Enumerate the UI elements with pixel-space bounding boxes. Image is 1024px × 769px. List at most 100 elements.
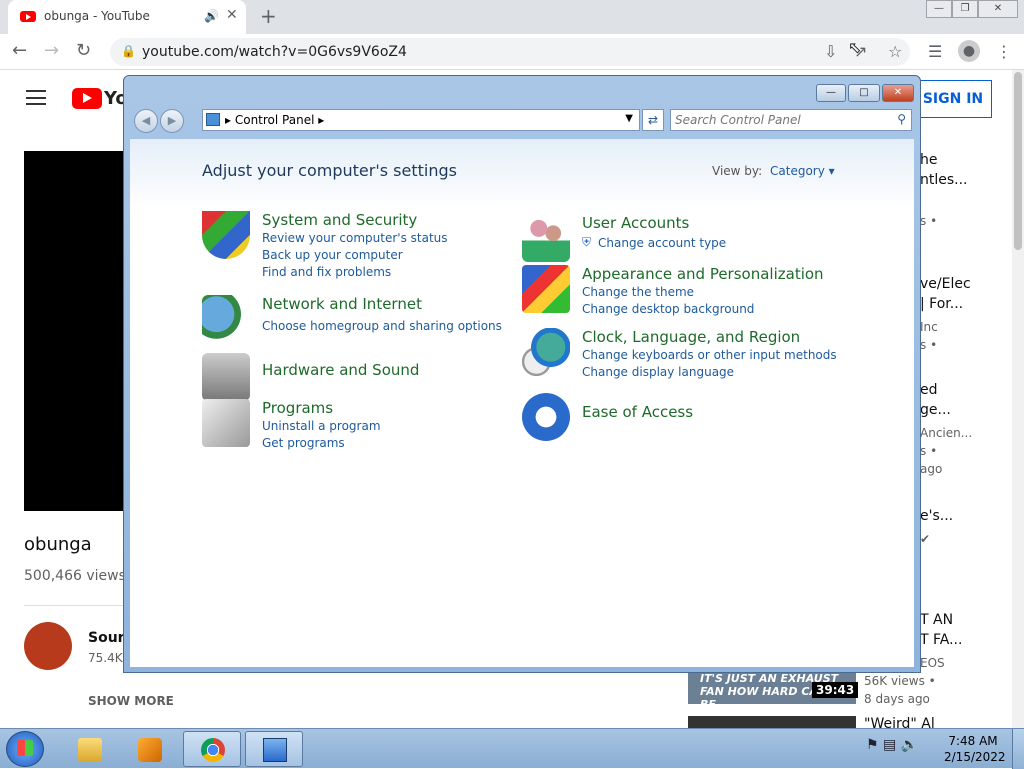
programs-box-icon[interactable] (202, 399, 250, 447)
sidebar-text[interactable]: e's... (920, 508, 953, 524)
back-icon[interactable]: ◀ (134, 109, 158, 133)
search-icon[interactable]: ⚲ (897, 112, 906, 126)
video-player[interactable] (24, 151, 134, 511)
clock-date: 2/15/2022 (944, 750, 1006, 764)
close-window-button[interactable]: ✕ (978, 0, 1018, 18)
install-icon[interactable]: ⇩ (824, 42, 837, 61)
uac-shield-icon: ⛨ (582, 235, 592, 249)
show-desktop-button[interactable] (1012, 729, 1024, 769)
forward-icon[interactable]: → (44, 40, 59, 61)
view-by-dropdown[interactable]: Category (770, 164, 835, 178)
category-link[interactable]: Change account type (598, 236, 726, 250)
view-by-label: View by: (712, 164, 763, 178)
sidebar-text[interactable]: T FA... (920, 632, 962, 648)
reload-icon[interactable]: ↻ (76, 40, 91, 61)
category-link[interactable]: Back up your computer (262, 248, 403, 262)
browser-tab[interactable]: obunga - YouTube 🔊 ✕ (8, 0, 246, 34)
youtube-logo-icon[interactable] (72, 88, 102, 109)
sidebar-text[interactable]: T AN (920, 612, 953, 628)
category-link[interactable]: Change keyboards or other input methods (582, 348, 837, 362)
sidebar-text[interactable]: ve/Elec (920, 276, 971, 292)
category-link[interactable]: Change display language (582, 365, 734, 379)
cp-close-button[interactable]: ✕ (882, 84, 914, 102)
forward-icon[interactable]: ▶ (160, 109, 184, 133)
audio-icon[interactable]: 🔊 (204, 9, 219, 23)
taskbar: ⚑ ▤ 🔈 7:48 AM 2/15/2022 (0, 728, 1024, 769)
cp-maximize-button[interactable]: □ (848, 84, 880, 102)
tab-title: obunga - YouTube (44, 9, 150, 23)
category-title[interactable]: Ease of Access (582, 403, 693, 421)
sidebar-text[interactable]: ntles... (920, 172, 968, 188)
category-link[interactable]: Find and fix problems (262, 265, 391, 279)
category-link[interactable]: Change the theme (582, 285, 694, 299)
appearance-icon[interactable] (522, 265, 570, 313)
bookmark-star-icon[interactable]: ☆ (888, 42, 902, 61)
url-text[interactable]: youtube.com/watch?v=0G6vs9V6oZ4 (142, 44, 407, 60)
taskbar-chrome[interactable] (183, 731, 241, 767)
control-panel-window: — □ ✕ ◀ ▶ ▸ Control Panel ▸ ▼ ⇄ ⚲ Adjust… (123, 75, 921, 673)
category-title[interactable]: System and Security (262, 211, 417, 229)
cp-search-box[interactable]: ⚲ (670, 109, 912, 131)
category-title[interactable]: Network and Internet (262, 295, 422, 313)
video-thumbnail[interactable] (688, 716, 856, 728)
back-icon[interactable]: ← (12, 40, 27, 61)
clock[interactable]: 7:48 AM 2/15/2022 (944, 733, 1006, 765)
action-center-icon[interactable]: ⚑ (866, 737, 879, 753)
network-globe-icon[interactable] (202, 295, 250, 343)
profile-icon[interactable]: ● (958, 40, 980, 62)
network-icon[interactable]: ▤ (883, 737, 896, 753)
taskbar-media-player[interactable] (120, 731, 178, 767)
category-title[interactable]: Clock, Language, and Region (582, 328, 800, 346)
sign-in-button[interactable]: SIGN IN (914, 80, 992, 118)
menu-kebab-icon[interactable]: ⋮ (996, 42, 1012, 61)
view-count: 500,466 views • (24, 568, 139, 584)
category-link[interactable]: Review your computer's status (262, 231, 448, 245)
close-tab-icon[interactable]: ✕ (226, 7, 238, 23)
category-link[interactable]: Change desktop background (582, 302, 754, 316)
chevron-down-icon[interactable]: ▼ (625, 113, 633, 124)
taskbar-control-panel[interactable] (245, 731, 303, 767)
hamburger-menu-icon[interactable] (26, 90, 46, 105)
divider (24, 605, 134, 606)
clock-globe-icon[interactable] (522, 328, 570, 376)
category-link[interactable]: Uninstall a program (262, 419, 381, 433)
show-more-button[interactable]: SHOW MORE (88, 694, 174, 708)
shield-icon[interactable] (202, 211, 250, 259)
category-title[interactable]: Appearance and Personalization (582, 265, 824, 283)
cp-address-bar[interactable]: ▸ Control Panel ▸ ▼ (202, 109, 640, 131)
category-title[interactable]: User Accounts (582, 214, 689, 232)
refresh-icon[interactable]: ⇄ (642, 109, 664, 131)
channel-name[interactable]: Sour (88, 630, 125, 646)
new-tab-button[interactable]: + (260, 4, 277, 28)
minimize-button[interactable]: — (926, 0, 952, 18)
category-title[interactable]: Hardware and Sound (262, 361, 419, 379)
sidebar-views: 56K views • (864, 674, 936, 688)
sidebar-meta: ago (920, 462, 943, 476)
channel-avatar[interactable] (24, 622, 72, 670)
ease-of-access-icon[interactable] (522, 393, 570, 441)
taskbar-explorer[interactable] (60, 731, 118, 767)
restore-button[interactable]: ❐ (952, 0, 978, 18)
category-title[interactable]: Programs (262, 399, 333, 417)
media-control-icon[interactable]: ☰ (928, 42, 942, 61)
youtube-favicon-icon (20, 11, 36, 22)
breadcrumb[interactable]: Control Panel (235, 113, 315, 127)
clock-time: 7:48 AM (948, 734, 998, 748)
cp-search-input[interactable] (675, 112, 885, 128)
sidebar-text[interactable]: | For... (920, 296, 963, 312)
subscriber-count: 75.4K (88, 651, 123, 665)
lock-icon[interactable]: 🔒 (121, 44, 136, 58)
printer-icon[interactable] (202, 353, 250, 401)
address-bar[interactable]: 🔒 youtube.com/watch?v=0G6vs9V6oZ4 ⇩ ↗ ☆ (110, 38, 910, 66)
sidebar-text[interactable]: ge... (920, 402, 951, 418)
cp-minimize-button[interactable]: — (816, 84, 846, 102)
scrollbar-thumb[interactable] (1014, 72, 1022, 250)
volume-icon[interactable]: 🔈 (901, 737, 918, 753)
category-link[interactable]: Get programs (262, 436, 345, 450)
category-link[interactable]: Choose homegroup and sharing options (262, 319, 502, 333)
control-panel-icon (263, 738, 287, 762)
sidebar-text[interactable]: he (920, 152, 938, 168)
sidebar-text[interactable]: ed (920, 382, 938, 398)
start-button[interactable] (6, 731, 44, 767)
users-icon[interactable] (522, 214, 570, 262)
